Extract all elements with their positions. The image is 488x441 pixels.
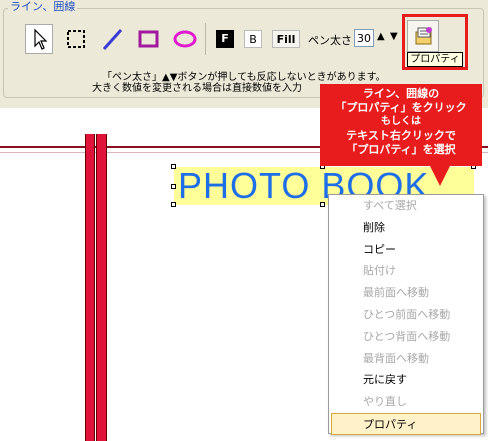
rectangle-tool-button[interactable] xyxy=(135,24,163,54)
properties-tooltip: プロパティ xyxy=(407,52,463,67)
ellipse-tool-icon xyxy=(173,30,197,48)
resize-handle-bottom-middle[interactable] xyxy=(320,202,325,207)
callout-line-5: 「プロパティ」を選択 xyxy=(346,143,456,156)
properties-button[interactable] xyxy=(407,20,439,52)
menu-item-undo[interactable]: 元に戻す xyxy=(329,369,483,391)
background-color-button[interactable]: B xyxy=(244,30,262,48)
callout-line-4: テキスト右クリックで xyxy=(346,129,456,142)
menu-item-select-all[interactable]: すべて選択 xyxy=(329,195,483,217)
resize-handle-middle-left[interactable] xyxy=(171,184,176,189)
callout-line-1: ライン、囲線の xyxy=(362,87,440,100)
resize-handle-top-left[interactable] xyxy=(171,164,176,169)
callout-line-2: 「プロパティ」をクリック xyxy=(335,101,467,114)
menu-item-redo[interactable]: やり直し xyxy=(329,391,483,413)
instruction-callout: ライン、囲線の 「プロパティ」をクリック もしくは テキスト右クリックで 「プロ… xyxy=(320,84,482,166)
menu-item-bring-forward[interactable]: ひとつ前面へ移動 xyxy=(329,304,483,326)
red-bar-left xyxy=(85,134,95,441)
notice-line-1: 「ペン太さ」▲▼ボタンが押しても反応しないときがあります。 xyxy=(102,72,386,83)
group-title: ライン、囲線 xyxy=(8,0,78,14)
ellipse-tool-button[interactable] xyxy=(170,24,198,54)
menu-item-paste[interactable]: 貼付け xyxy=(329,260,483,282)
menu-item-properties[interactable]: プロパティ xyxy=(331,412,481,435)
foreground-color-button[interactable]: F xyxy=(216,30,234,48)
menu-item-bring-to-front[interactable]: 最前面へ移動 xyxy=(329,282,483,304)
line-tool-button[interactable] xyxy=(98,24,126,54)
marquee-select-icon xyxy=(67,30,85,48)
properties-icon xyxy=(415,27,432,45)
marquee-select-button[interactable] xyxy=(62,24,90,54)
fill-button[interactable]: Fill xyxy=(272,30,300,48)
select-arrow-icon xyxy=(34,28,48,50)
red-bar-right xyxy=(96,134,107,441)
select-arrow-button[interactable] xyxy=(25,24,53,54)
pen-width-input[interactable] xyxy=(354,29,374,47)
menu-item-delete[interactable]: 削除 xyxy=(329,217,483,239)
context-menu: すべて選択 削除 コピー 貼付け 最前面へ移動 ひとつ前面へ移動 ひとつ背面へ移… xyxy=(328,194,484,435)
menu-item-send-backward[interactable]: ひとつ背面へ移動 xyxy=(329,326,483,348)
menu-item-copy[interactable]: コピー xyxy=(329,239,483,261)
pen-width-up-button[interactable]: ▲ xyxy=(377,31,385,42)
rectangle-tool-icon xyxy=(138,30,159,48)
callout-pointer xyxy=(430,166,450,186)
line-tool-icon xyxy=(102,28,123,51)
menu-item-send-to-back[interactable]: 最背面へ移動 xyxy=(329,348,483,370)
toolbar-separator xyxy=(205,23,206,55)
pen-width-down-button[interactable]: ▼ xyxy=(390,31,398,42)
pen-width-label: ペン太さ xyxy=(308,34,352,47)
callout-line-3: もしくは xyxy=(381,116,421,127)
resize-handle-bottom-left[interactable] xyxy=(171,202,176,207)
